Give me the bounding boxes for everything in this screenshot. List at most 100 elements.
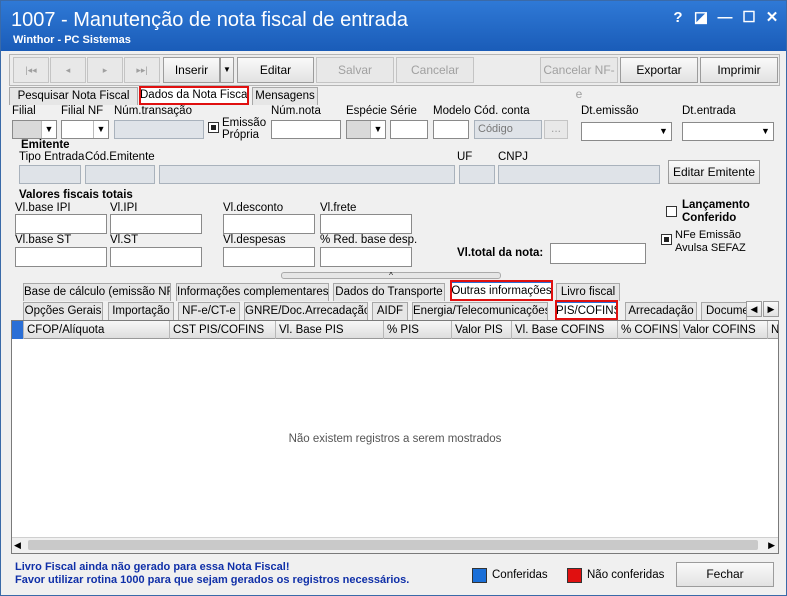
salvar-button[interactable]: Salvar [316,57,394,83]
editar-emitente-button[interactable]: Editar Emitente [668,160,760,184]
dt-entrada-field[interactable]: ▼ [682,122,774,141]
tab-informacoes-complementares[interactable]: Informações complementares [176,283,329,301]
cancelar-nfe-button[interactable]: Cancelar NF-e [540,57,618,101]
scrollbar-thumb[interactable] [28,540,758,550]
col-cfop[interactable]: CFOP/Alíquota [24,321,170,339]
lancamento-conferido-checkbox[interactable] [666,206,677,217]
especie-select[interactable]: ▼ [346,120,386,139]
tab-dados-transporte[interactable]: Dados do Transporte [333,283,445,301]
livro-fiscal-warning: Livro Fiscal ainda não gerado para essa … [15,561,290,573]
tab-livro-fiscal[interactable]: Livro fiscal [556,283,620,301]
restore-layout-button[interactable]: ◪ [691,9,711,27]
red-base-label: % Red. base desp. [320,234,418,246]
col-cst[interactable]: CST PIS/COFINS [170,321,276,339]
maximize-button[interactable]: ☐ [739,9,759,27]
tab-mensagens[interactable]: Mensagens [252,87,318,105]
vl-st-field[interactable] [110,247,202,267]
fechar-button[interactable]: Fechar [676,562,774,587]
col-base-pis[interactable]: Vl. Base PIS [276,321,384,339]
tab-importacao[interactable]: Importação [108,302,174,320]
next-record-button[interactable]: ▸ [87,57,123,83]
tab-energia[interactable]: Energia/Telecomunicações [412,302,548,320]
tab-pesquisar-nota[interactable]: Pesquisar Nota Fiscal [9,87,138,105]
filial-label: Filial [12,105,36,117]
tab-dados-nota[interactable]: Dados da Nota Fiscal [139,86,249,105]
vl-desconto-label: Vl.desconto [223,202,284,214]
grid-horizontal-scrollbar[interactable]: ◀ ▶ [12,537,778,553]
minimize-button[interactable]: — [715,9,735,27]
splitter-handle[interactable]: ^ [281,272,501,280]
tab-base-calculo[interactable]: Base de cálculo (emissão NF) [23,283,171,301]
col-valor-cofins[interactable]: Valor COFINS [680,321,768,339]
tab-aidf[interactable]: AIDF [372,302,408,320]
num-nota-label: Núm.nota [271,105,321,117]
vl-frete-label: Vl.frete [320,202,357,214]
tab-arrecadacao[interactable]: Arrecadação [625,302,697,320]
last-record-button[interactable]: ▸▸| [124,57,160,83]
chevron-down-icon: ▼ [41,121,56,138]
emissao-propria-checkbox[interactable] [208,122,219,133]
editar-button[interactable]: Editar [237,57,314,83]
cod-emitente-field[interactable] [85,165,155,184]
pis-cofins-grid[interactable]: CFOP/Alíquota CST PIS/COFINS Vl. Base PI… [11,320,779,554]
uf-field[interactable] [459,165,495,184]
vl-base-ipi-field[interactable] [15,214,107,234]
vl-base-st-field[interactable] [15,247,107,267]
cnpj-field[interactable] [498,165,660,184]
imprimir-button[interactable]: Imprimir [700,57,778,83]
inserir-dropdown-icon[interactable]: ▼ [220,57,234,83]
close-button[interactable]: ✕ [762,9,782,27]
scroll-left-icon[interactable]: ◀ [14,540,21,551]
tab-opcoes-gerais[interactable]: Opções Gerais [23,302,103,320]
vl-base-ipi-label: Vl.base IPI [15,202,71,214]
vl-frete-field[interactable] [320,214,412,234]
prev-record-button[interactable]: ◂ [50,57,86,83]
cod-conta-lookup-button[interactable]: ... [544,120,568,139]
tab-gnre[interactable]: GNRE/Doc.Arrecadação [244,302,368,320]
serie-label: Série [390,105,417,117]
dt-emissao-field[interactable]: ▼ [581,122,672,141]
lancamento-label: Lançamento [682,199,750,211]
tipo-entrada-field[interactable] [19,165,81,184]
vl-total-label: Vl.total da nota: [457,247,544,259]
tab-nfe-cte[interactable]: NF-e/CT-e [178,302,240,320]
col-base-cofins[interactable]: Vl. Base COFINS [512,321,618,339]
serie-field[interactable] [390,120,428,139]
cod-conta-field[interactable]: Código [474,120,542,139]
vl-ipi-label: Vl.IPI [110,202,138,214]
num-nota-field[interactable] [271,120,341,139]
inserir-button[interactable]: Inserir [163,57,220,83]
cnpj-label: CNPJ [498,151,529,163]
nfe-avulsa-checkbox[interactable] [661,234,672,245]
tab-scroll-right-icon[interactable]: ▶ [763,301,779,317]
modelo-field[interactable] [433,120,469,139]
col-perc-pis[interactable]: % PIS [384,321,452,339]
tab-pis-cofins[interactable]: PIS/COFINS [555,300,618,320]
exportar-button[interactable]: Exportar [620,57,698,83]
tipo-entrada-label: Tipo Entrada [19,151,85,163]
col-n[interactable]: N [768,321,778,339]
cancelar-button[interactable]: Cancelar [396,57,474,83]
tab-documentos[interactable]: Docume [701,302,747,320]
grid-empty-message: Não existem registros a serem mostrados [288,433,502,445]
tab-scroll-left-icon[interactable]: ◀ [746,301,762,317]
filial-select[interactable]: ▼ [12,120,57,139]
emitente-nome-field[interactable] [159,165,455,184]
vl-desconto-field[interactable] [223,214,315,234]
first-record-button[interactable]: |◂◂ [13,57,49,83]
vl-ipi-field[interactable] [110,214,202,234]
emissao-propria-label: Emissão [222,117,267,129]
vl-despesas-label: Vl.despesas [223,234,286,246]
col-perc-cofins[interactable]: % COFINS [618,321,680,339]
help-button[interactable]: ? [668,9,688,27]
num-transacao-field[interactable] [114,120,204,139]
scroll-right-icon[interactable]: ▶ [768,540,775,551]
window-title: 1007 - Manutenção de nota fiscal de entr… [11,9,408,31]
vl-despesas-field[interactable] [223,247,315,267]
tab-outras-informacoes[interactable]: Outras informações [450,280,553,301]
vl-total-field[interactable] [550,243,646,264]
red-base-field[interactable] [320,247,412,267]
emissao-propria-label-2: Própria [222,129,260,141]
filial-nf-select[interactable]: ▼ [61,120,109,139]
col-valor-pis[interactable]: Valor PIS [452,321,512,339]
